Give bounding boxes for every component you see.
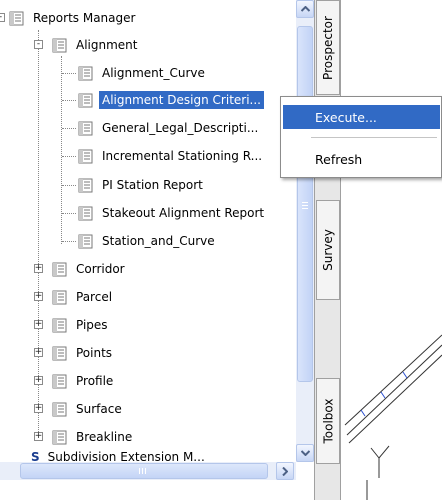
expand-collapse-toggle[interactable]: + [34, 264, 43, 273]
tree-item-surface[interactable]: Surface [52, 398, 125, 420]
tree-item-corridor[interactable]: Corridor [52, 258, 128, 280]
expand-collapse-toggle[interactable]: - [0, 13, 5, 22]
report-folder-icon [52, 430, 67, 444]
chevron-down-icon [300, 450, 310, 456]
expand-collapse-toggle[interactable]: - [34, 40, 43, 49]
tab-prospector[interactable]: Prospector [316, 0, 340, 95]
report-folder-icon [9, 11, 24, 25]
tree-item-label: Breakline [76, 430, 133, 444]
tree-item-report[interactable]: Station_and_Curve [78, 230, 218, 252]
tree-item-alignment[interactable]: Alignment [52, 34, 140, 56]
tree-item-label: Incremental Stationing R... [102, 149, 263, 163]
tree-item-label: Points [76, 346, 113, 360]
menu-item-execute[interactable]: Execute... [283, 105, 440, 129]
tree-item-label: Station_and_Curve [102, 234, 215, 248]
tree-connector-line [62, 100, 76, 102]
tree-item-reports-manager[interactable]: Reports Manager [9, 7, 138, 29]
report-folder-icon [52, 346, 67, 360]
report-tree: - Reports Manager - Alignment Alignment_… [0, 0, 296, 500]
tab-toolbox[interactable]: Toolbox [316, 378, 340, 464]
tree-item-breakline[interactable]: Breakline [52, 426, 135, 448]
expand-collapse-toggle[interactable]: + [34, 404, 43, 413]
tree-connector-line [62, 128, 76, 130]
alignment-drawing [344, 334, 442, 500]
tree-item-label: Alignment [76, 38, 138, 52]
menu-separator [311, 137, 437, 138]
tree-item-pipes[interactable]: Pipes [52, 314, 111, 336]
report-icon [78, 206, 93, 220]
tree-item-label: Reports Manager [33, 11, 136, 25]
scroll-thumb[interactable] [297, 26, 313, 382]
expand-collapse-toggle[interactable]: + [34, 432, 43, 441]
report-folder-icon [52, 38, 67, 52]
tree-connector-line [62, 156, 76, 158]
report-icon [78, 149, 93, 163]
report-icon [78, 66, 93, 80]
report-icon [78, 178, 93, 192]
expand-collapse-toggle[interactable]: + [34, 348, 43, 357]
tab-label: Survey [321, 229, 335, 271]
report-folder-icon [52, 290, 67, 304]
tree-item-label: Surface [76, 402, 122, 416]
tree-item-parcel[interactable]: Parcel [52, 286, 115, 308]
palette-tabs: Prospector Survey Toolbox [314, 0, 341, 500]
tree-item-label: Alignment Design Criteri... [99, 91, 264, 109]
tree-connector-line [62, 213, 76, 215]
tree-item-label: PI Station Report [102, 178, 203, 192]
menu-item-label: Execute... [315, 109, 377, 125]
scroll-up-button[interactable] [296, 0, 314, 18]
report-icon [78, 121, 93, 135]
scroll-down-button[interactable] [296, 444, 314, 462]
tree-item-label: Profile [76, 374, 114, 388]
tree-item-label: General_Legal_Descripti... [102, 121, 259, 135]
horizontal-scrollbar[interactable] [0, 462, 296, 480]
report-icon [78, 93, 93, 107]
tree-item-report[interactable]: PI Station Report [78, 174, 206, 196]
tree-item-points[interactable]: Points [52, 342, 115, 364]
tab-survey[interactable]: Survey [316, 200, 340, 300]
report-folder-icon [52, 318, 67, 332]
expand-collapse-toggle[interactable]: + [34, 376, 43, 385]
tree-item-report[interactable]: General_Legal_Descripti... [78, 117, 261, 139]
context-menu: Execute... Refresh [280, 96, 442, 178]
vertical-scrollbar[interactable] [296, 0, 314, 462]
chevron-right-icon [282, 466, 288, 476]
tab-label: Toolbox [321, 398, 335, 444]
menu-item-label: Refresh [315, 151, 363, 167]
tree-connector-line [61, 56, 63, 244]
expand-collapse-toggle[interactable]: + [34, 320, 43, 329]
report-folder-icon [52, 262, 67, 276]
tree-item-report[interactable]: Incremental Stationing R... [78, 145, 265, 167]
tree-item-report[interactable]: Stakeout Alignment Report [78, 202, 267, 224]
tree-connector-line [62, 241, 76, 243]
report-folder-icon [52, 374, 67, 388]
expand-collapse-toggle[interactable]: + [34, 292, 43, 301]
tree-item-report-selected[interactable]: Alignment Design Criteri... [78, 89, 264, 111]
scroll-thumb[interactable] [20, 463, 268, 479]
tree-connector-line [62, 73, 76, 75]
drawing-canvas[interactable] [341, 0, 442, 500]
chevron-up-icon [300, 6, 310, 12]
report-folder-icon [52, 402, 67, 416]
report-icon [78, 234, 93, 248]
tree-item-profile[interactable]: Profile [52, 370, 116, 392]
tree-connector-line [62, 185, 76, 187]
tree-item-label: Pipes [76, 318, 108, 332]
tree-item-label: Stakeout Alignment Report [102, 206, 265, 220]
tree-item-label: Parcel [76, 290, 113, 304]
menu-item-refresh[interactable]: Refresh [283, 147, 440, 171]
scroll-right-button[interactable] [276, 462, 294, 480]
tree-item-label: Alignment_Curve [102, 66, 205, 80]
tab-label: Prospector [321, 15, 335, 80]
tree-item-label: Corridor [76, 262, 125, 276]
tree-item-report[interactable]: Alignment_Curve [78, 62, 208, 84]
